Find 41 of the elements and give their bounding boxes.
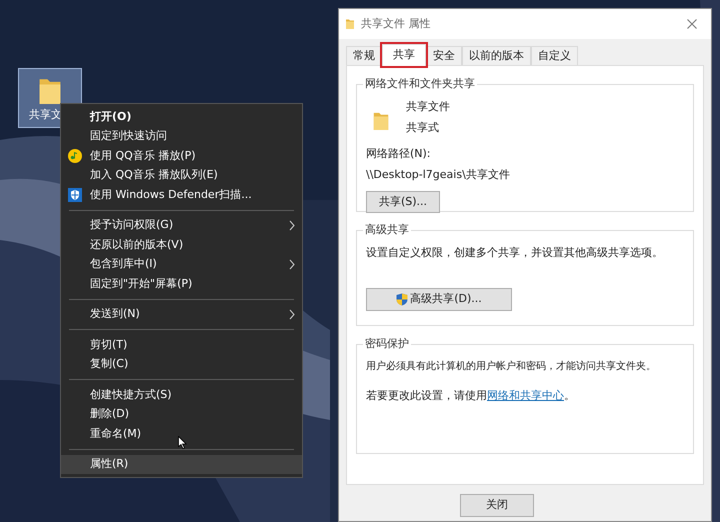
tab[interactable]: 以前的版本 — [462, 46, 531, 65]
instruction-text: 若要更改此设置，请使用网络和共享中心。 — [366, 388, 576, 404]
menu-item[interactable]: 还原以前的版本(V) — [61, 235, 302, 254]
menu-item[interactable]: 创建快捷方式(S) — [61, 385, 302, 404]
tab[interactable]: 自定义 — [531, 46, 578, 65]
share-name: 共享文件 — [406, 99, 450, 115]
tab[interactable]: 常规 — [346, 46, 382, 65]
menu-item[interactable]: 重命名(M) — [61, 424, 302, 444]
menu-item[interactable]: 加入 QQ音乐 播放队列(E) — [61, 166, 302, 185]
tab[interactable]: 安全 — [426, 46, 462, 65]
close-button[interactable]: 关闭 — [460, 494, 534, 517]
tab[interactable]: 共享 — [382, 44, 426, 66]
chevron-right-icon — [289, 308, 295, 320]
description: 设置自定义权限，创建多个共享，并设置其他高级共享选项。 — [366, 245, 664, 261]
menu-item[interactable]: 剪切(T) — [61, 335, 302, 354]
shield-icon — [396, 292, 408, 306]
menu-item[interactable]: 使用 Windows Defender扫描... — [61, 185, 302, 204]
path-label: 网络路径(N): — [366, 146, 432, 162]
menu-item[interactable]: 固定到"开始"屏幕(P) — [61, 274, 302, 294]
menu-item[interactable]: 包含到库中(I) — [61, 254, 302, 274]
shield-icon — [68, 188, 82, 202]
menu-item[interactable]: 发送到(N) — [61, 304, 302, 324]
network-path: \\Desktop-l7geais\共享文件 — [366, 166, 511, 182]
network-center-link[interactable]: 网络和共享中心 — [487, 389, 564, 402]
chevron-right-icon — [289, 220, 295, 231]
menu-item[interactable]: 授予访问权限(G) — [61, 216, 302, 235]
music-icon — [68, 148, 82, 163]
menu-item[interactable]: 固定到快速访问 — [61, 126, 302, 146]
menu-item[interactable]: 属性(R) — [61, 454, 302, 474]
close-icon[interactable] — [687, 19, 697, 29]
folder-icon — [345, 18, 355, 30]
menu-item[interactable]: 复制(C) — [61, 354, 302, 374]
window-title: 共享文件 属性 — [361, 16, 430, 32]
description: 用户必须具有此计算机的用户帐户和密码，才能访问共享文件夹。 — [366, 360, 657, 374]
chevron-right-icon — [289, 258, 295, 270]
menu-item[interactable]: 删除(D) — [61, 404, 302, 424]
share-button[interactable]: 共享(S)... — [366, 191, 440, 213]
mouse-cursor-icon — [178, 436, 187, 449]
menu-item[interactable]: 使用 QQ音乐 播放(P) — [61, 146, 302, 166]
share-status: 共享式 — [406, 120, 440, 136]
advanced-sharing-button[interactable]: 高级共享(D)... — [366, 288, 512, 310]
